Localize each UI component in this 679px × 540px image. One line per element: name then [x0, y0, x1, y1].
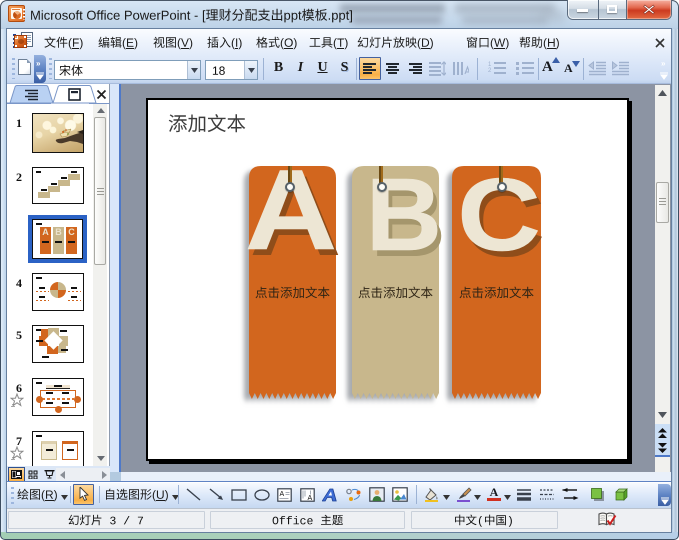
svg-text:A: A — [308, 495, 313, 502]
svg-text:2: 2 — [488, 68, 492, 74]
svg-text:A: A — [280, 491, 285, 498]
